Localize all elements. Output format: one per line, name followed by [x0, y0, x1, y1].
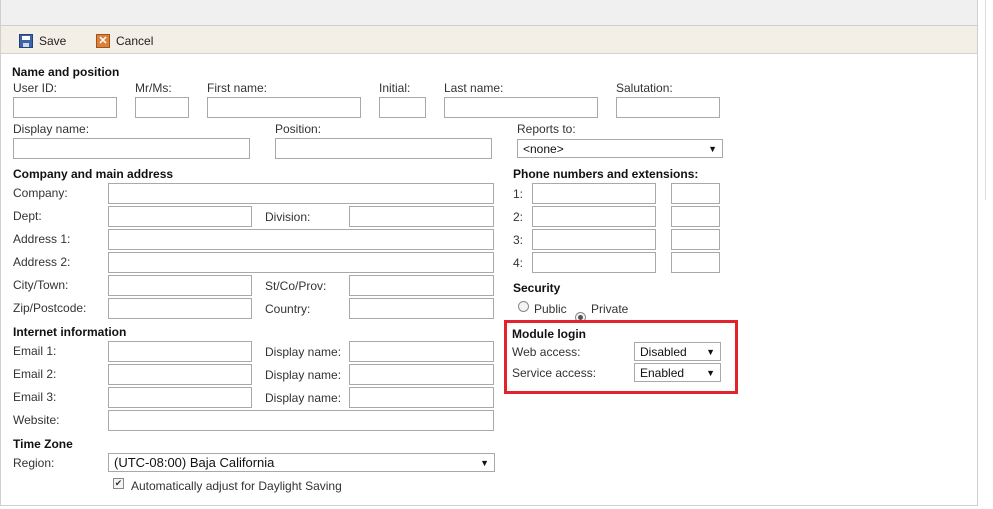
- chevron-down-icon: ▼: [480, 457, 489, 468]
- salutation-input[interactable]: [616, 97, 720, 118]
- region-value: (UTC-08:00) Baja California: [114, 455, 275, 470]
- mrms-label: Mr/Ms:: [135, 81, 172, 95]
- email3-label: Email 3:: [13, 390, 57, 404]
- email2-input[interactable]: [108, 364, 252, 385]
- web-access-label: Web access:: [512, 345, 581, 359]
- division-input[interactable]: [349, 206, 494, 227]
- company-label: Company:: [13, 186, 68, 200]
- position-label: Position:: [275, 122, 322, 136]
- name-section-heading: Name and position: [12, 65, 120, 79]
- reports-to-label: Reports to:: [517, 122, 576, 136]
- internet-section-heading: Internet information: [13, 325, 127, 339]
- address1-input[interactable]: [108, 229, 494, 250]
- email2-display-name-label: Display name:: [265, 368, 342, 382]
- company-input[interactable]: [108, 183, 494, 204]
- last-name-label: Last name:: [444, 81, 504, 95]
- phone-section-heading: Phone numbers and extensions:: [513, 167, 699, 181]
- timezone-heading: Time Zone: [13, 437, 73, 451]
- dst-label: Automatically adjust for Daylight Saving: [131, 479, 342, 493]
- company-section-heading: Company and main address: [13, 167, 174, 181]
- service-access-value: Enabled: [640, 365, 685, 380]
- cancel-button-label: Cancel: [116, 34, 154, 48]
- city-input[interactable]: [108, 275, 252, 296]
- service-access-select[interactable]: Enabled ▼: [634, 363, 721, 382]
- display-name-label: Display name:: [13, 122, 90, 136]
- phone-row-label: 3:: [513, 233, 524, 247]
- chevron-down-icon: ▼: [706, 367, 715, 378]
- country-input[interactable]: [349, 298, 494, 319]
- zip-label: Zip/Postcode:: [13, 301, 87, 315]
- web-access-value: Disabled: [640, 344, 687, 359]
- email1-input[interactable]: [108, 341, 252, 362]
- email2-label: Email 2:: [13, 367, 57, 381]
- phone-row-label: 4:: [513, 256, 524, 270]
- reports-to-select[interactable]: <none> ▼: [517, 139, 723, 158]
- module-login-heading: Module login: [512, 327, 586, 341]
- dst-checkbox[interactable]: ✔: [113, 478, 124, 489]
- ext-3-input[interactable]: [671, 229, 720, 250]
- user-id-input[interactable]: [13, 97, 117, 118]
- chevron-down-icon: ▼: [706, 346, 715, 357]
- email2-display-name-input[interactable]: [349, 364, 494, 385]
- initial-input[interactable]: [379, 97, 426, 118]
- window-top-bar: [0, 0, 978, 26]
- first-name-input[interactable]: [207, 97, 361, 118]
- region-label: Region:: [13, 456, 55, 470]
- private-label: Private: [591, 302, 629, 316]
- email1-display-name-input[interactable]: [349, 341, 494, 362]
- state-label: St/Co/Prov:: [265, 279, 327, 293]
- display-name-input[interactable]: [13, 138, 250, 159]
- website-label: Website:: [13, 413, 60, 427]
- phone-4-input[interactable]: [532, 252, 656, 273]
- phone-row-label: 1:: [513, 187, 524, 201]
- salutation-label: Salutation:: [616, 81, 673, 95]
- region-select[interactable]: (UTC-08:00) Baja California ▼: [108, 453, 495, 472]
- public-radio[interactable]: [518, 301, 529, 312]
- web-access-select[interactable]: Disabled ▼: [634, 342, 721, 361]
- phone-3-input[interactable]: [532, 229, 656, 250]
- country-label: Country:: [265, 302, 311, 316]
- save-button-label: Save: [39, 34, 67, 48]
- ext-2-input[interactable]: [671, 206, 720, 227]
- phone-row-label: 2:: [513, 210, 524, 224]
- address2-label: Address 2:: [13, 255, 71, 269]
- phone-2-input[interactable]: [532, 206, 656, 227]
- last-name-input[interactable]: [444, 97, 598, 118]
- city-label: City/Town:: [13, 278, 69, 292]
- dept-input[interactable]: [108, 206, 252, 227]
- address2-input[interactable]: [108, 252, 494, 273]
- cancel-x-icon: ✕: [96, 34, 110, 48]
- zip-input[interactable]: [108, 298, 252, 319]
- save-button[interactable]: Save: [19, 33, 66, 49]
- ext-4-input[interactable]: [671, 252, 720, 273]
- email3-display-name-label: Display name:: [265, 391, 342, 405]
- cancel-button[interactable]: ✕ Cancel: [96, 33, 153, 49]
- address1-label: Address 1:: [13, 232, 71, 246]
- position-input[interactable]: [275, 138, 492, 159]
- scrollbar-track[interactable]: [985, 0, 986, 200]
- email3-input[interactable]: [108, 387, 252, 408]
- initial-label: Initial:: [379, 81, 411, 95]
- dept-label: Dept:: [13, 209, 42, 223]
- public-label: Public: [534, 302, 567, 316]
- division-label: Division:: [265, 210, 311, 224]
- email1-display-name-label: Display name:: [265, 345, 342, 359]
- security-heading: Security: [513, 281, 561, 295]
- first-name-label: First name:: [207, 81, 268, 95]
- user-id-label: User ID:: [13, 81, 58, 95]
- state-input[interactable]: [349, 275, 494, 296]
- email3-display-name-input[interactable]: [349, 387, 494, 408]
- phone-1-input[interactable]: [532, 183, 656, 204]
- chevron-down-icon: ▼: [708, 143, 717, 154]
- mrms-input[interactable]: [135, 97, 189, 118]
- service-access-label: Service access:: [512, 366, 597, 380]
- reports-to-value: <none>: [523, 141, 564, 156]
- ext-1-input[interactable]: [671, 183, 720, 204]
- website-input[interactable]: [108, 410, 494, 431]
- save-disk-icon: [19, 34, 33, 48]
- email1-label: Email 1:: [13, 344, 57, 358]
